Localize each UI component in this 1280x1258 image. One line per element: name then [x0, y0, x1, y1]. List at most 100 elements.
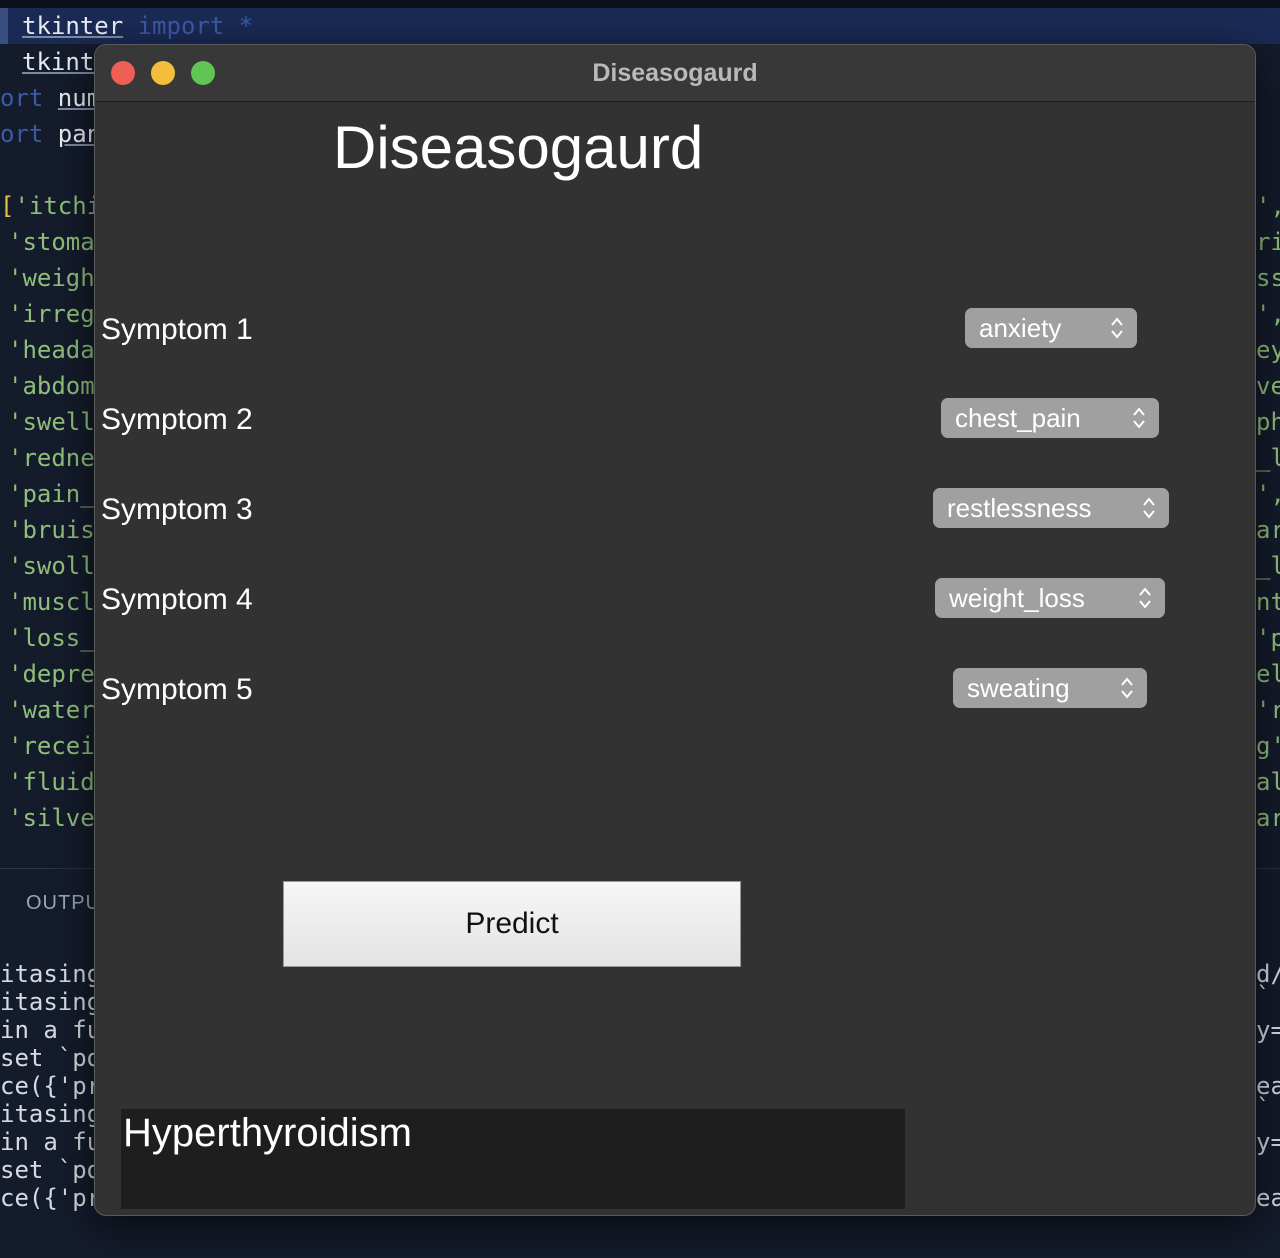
code-token: 'heada: [8, 336, 95, 364]
code-line: 'muscl: [8, 586, 95, 618]
code-fragment-right: al: [1256, 768, 1280, 796]
code-fragment-right: ',': [1256, 300, 1280, 328]
output-line: ce({'pr: [0, 1184, 102, 1212]
output-line: in a fu: [0, 1016, 102, 1044]
output-line: itasing: [0, 1100, 102, 1128]
output-fragment-right: `: [1256, 982, 1271, 1010]
up-down-chevron-icon: [1121, 677, 1133, 699]
output-fragment-right: ea: [1256, 1184, 1280, 1212]
gutter-marker: [0, 8, 8, 44]
output-panel-tab[interactable]: OUTPU: [26, 892, 101, 915]
window-title: Diseasogaurd: [592, 59, 758, 87]
code-token: 'swoll: [8, 552, 95, 580]
up-down-chevron-icon: [1143, 497, 1155, 519]
code-token: tkint: [22, 48, 95, 76]
code-line: ort num: [0, 82, 101, 114]
editor-top-strip: [0, 0, 1280, 8]
up-down-chevron-icon: [1133, 407, 1145, 429]
code-token: 'weigh: [8, 264, 95, 292]
code-line: 'swell: [8, 406, 95, 438]
output-line: itasing: [0, 988, 102, 1016]
code-fragment-right: _l: [1256, 444, 1280, 472]
code-token: 'abdom: [8, 372, 95, 400]
symptom-3-label: Symptom 3: [101, 493, 253, 526]
code-fragment-right: ey: [1256, 336, 1280, 364]
output-line: ce({'pr: [0, 1072, 102, 1100]
code-token: 'itchi: [14, 192, 102, 220]
code-line: 'depre: [8, 658, 95, 690]
code-line-import-tkinter: tkinter import *: [22, 10, 253, 42]
code-token: 'depre: [8, 660, 95, 688]
code-token: 'fluid: [8, 768, 95, 796]
code-fragment-right: nt: [1256, 588, 1280, 616]
symptom-1-select[interactable]: anxiety: [965, 308, 1137, 348]
output-line: set `pd: [0, 1156, 102, 1184]
code-fragment-right: el: [1256, 660, 1280, 688]
symptom-5-select[interactable]: sweating: [953, 668, 1147, 708]
code-token: import: [123, 12, 239, 40]
prediction-result-field[interactable]: Hyperthyroidism: [121, 1109, 905, 1209]
code-fragment-right: ri: [1256, 228, 1280, 256]
code-line: 'fluid: [8, 766, 95, 798]
up-down-chevron-icon: [1139, 587, 1151, 609]
code-line: 'heada: [8, 334, 95, 366]
code-token: 'pain_: [8, 480, 95, 508]
code-fragment-right: ph: [1256, 408, 1280, 436]
code-line: 'irreg: [8, 298, 95, 330]
code-fragment-right: 'p: [1256, 624, 1280, 652]
app-heading: Diseasogaurd: [333, 114, 704, 181]
code-fragment-right: ar: [1256, 516, 1280, 544]
code-line: 'silve: [8, 802, 95, 834]
code-token: ort: [0, 120, 58, 148]
code-fragment-right: ',: [1256, 192, 1280, 220]
code-token: 'swell: [8, 408, 95, 436]
symptom-2-select[interactable]: chest_pain: [941, 398, 1159, 438]
symptom-4-select[interactable]: weight_loss: [935, 578, 1165, 618]
code-fragment-right: ar: [1256, 804, 1280, 832]
prediction-result-text: Hyperthyroidism: [123, 1111, 412, 1155]
output-line: set `pd: [0, 1044, 102, 1072]
symptom-1-value: anxiety: [979, 313, 1062, 343]
code-line: 'abdom: [8, 370, 95, 402]
symptom-5-value: sweating: [967, 673, 1070, 703]
code-token: 'silve: [8, 804, 95, 832]
code-token: 'bruis: [8, 516, 95, 544]
code-token: tkinter: [22, 12, 124, 40]
bracket-token: [: [0, 192, 15, 220]
code-token: 'stoma: [8, 228, 95, 256]
code-fragment-right: ',: [1256, 480, 1280, 508]
output-line: itasing: [0, 960, 102, 988]
code-line: 'loss_: [8, 622, 95, 654]
code-line: 'recei: [8, 730, 95, 762]
output-fragment-right: y=: [1256, 1128, 1280, 1156]
code-token: 'loss_: [8, 624, 95, 652]
output-fragment-right: y=: [1256, 1016, 1280, 1044]
output-fragment-right: `: [1256, 1094, 1271, 1122]
code-token: 'muscl: [8, 588, 95, 616]
code-line: 'stoma: [8, 226, 95, 258]
symptom-5-label: Symptom 5: [101, 673, 253, 706]
up-down-chevron-icon: [1111, 317, 1123, 339]
predict-button[interactable]: Predict: [283, 881, 741, 967]
code-fragment-right: 'r: [1256, 696, 1280, 724]
code-line: ort pan: [0, 118, 101, 150]
app-window: Diseasogaurd Diseasogaurd Symptom 1 Symp…: [94, 44, 1256, 1216]
symptom-1-label: Symptom 1: [101, 313, 253, 346]
code-fragment-right: _l: [1256, 552, 1280, 580]
symptom-4-label: Symptom 4: [101, 583, 253, 616]
code-token: 'redne: [8, 444, 95, 472]
code-fragment-right: g': [1256, 732, 1280, 760]
window-titlebar[interactable]: Diseasogaurd: [95, 45, 1255, 102]
code-fragment-right: ss: [1256, 264, 1280, 292]
code-line: ['itchi: [0, 190, 101, 222]
code-line: 'water: [8, 694, 95, 726]
code-line: 'pain_: [8, 478, 95, 510]
output-line: in a fu: [0, 1128, 102, 1156]
symptom-2-label: Symptom 2: [101, 403, 253, 436]
code-line: tkint: [22, 46, 94, 78]
code-line: 'weigh: [8, 262, 95, 294]
symptom-3-select[interactable]: restlessness: [933, 488, 1169, 528]
code-fragment-right: ve: [1256, 372, 1280, 400]
code-line: 'swoll: [8, 550, 95, 582]
symptom-2-value: chest_pain: [955, 403, 1081, 433]
